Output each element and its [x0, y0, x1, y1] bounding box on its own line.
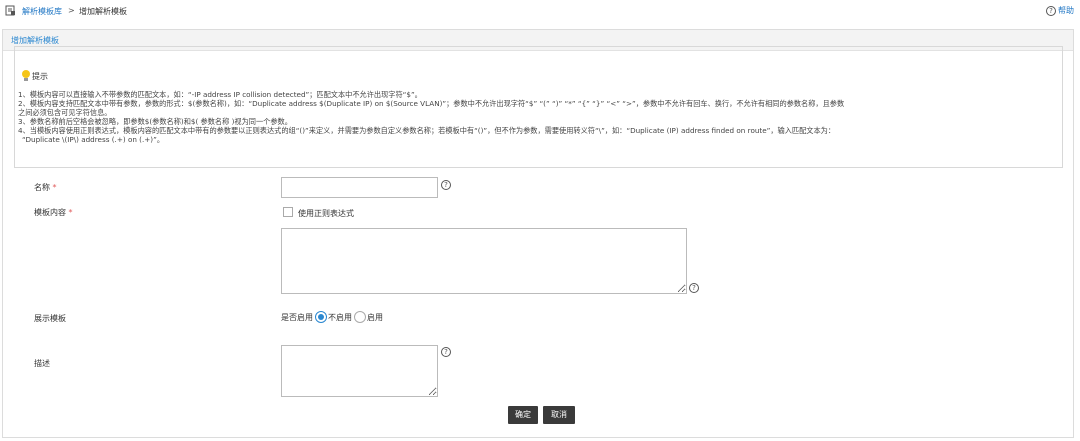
radio-disable[interactable]: [315, 311, 327, 323]
tips-line: 之间必须包含可见字符信息。: [18, 108, 112, 117]
required-mark: *: [52, 183, 57, 192]
tips-content: 1、模板内容可以直接输入不带参数的匹配文本，如：“-IP address IP …: [18, 90, 1058, 144]
regex-label: 使用正则表达式: [298, 209, 354, 218]
radio-disable-label: 不启用: [328, 312, 352, 322]
confirm-button[interactable]: 确定: [508, 406, 538, 424]
content-label: 模板内容 *: [34, 207, 73, 218]
enable-radio-group: 是否启用 不启用 启用: [281, 311, 383, 323]
name-label-text: 名称: [34, 183, 50, 192]
name-label: 名称 *: [34, 182, 57, 193]
question-circle-icon[interactable]: ?: [441, 347, 451, 357]
help-label: 帮助: [1058, 6, 1074, 15]
tips-title: 提示: [18, 70, 52, 82]
radio-enable[interactable]: [354, 311, 366, 323]
breadcrumb-link-template-library[interactable]: 解析模板库: [22, 6, 62, 17]
template-library-icon: [5, 5, 15, 16]
lightbulb-icon: [22, 70, 30, 82]
tips-line: “Duplicate \(IP\) address (.+) on (.+)”。: [22, 135, 165, 144]
regex-checkbox[interactable]: [283, 207, 293, 217]
breadcrumb-separator: >: [68, 6, 75, 15]
question-circle-icon: ?: [1046, 5, 1056, 16]
name-input[interactable]: [281, 177, 438, 198]
description-textarea[interactable]: [281, 345, 438, 397]
display-template-label: 展示模板: [34, 314, 66, 323]
help-link[interactable]: ? 帮助: [1046, 5, 1074, 16]
tips-line: 1、模板内容可以直接输入不带参数的匹配文本，如：“-IP address IP …: [18, 90, 422, 99]
question-circle-icon[interactable]: ?: [689, 283, 699, 293]
content-label-text: 模板内容: [34, 208, 66, 217]
cancel-button[interactable]: 取消: [543, 406, 575, 424]
question-circle-icon[interactable]: ?: [441, 180, 451, 190]
required-mark: *: [68, 208, 73, 217]
content-textarea[interactable]: [281, 228, 687, 294]
description-label: 描述: [34, 359, 50, 368]
tips-line: 2、模板内容支持匹配文本中带有参数，参数的形式：$(参数名称)，如：“Dupli…: [18, 99, 845, 108]
tips-title-text: 提示: [32, 71, 48, 81]
tips-line: 3、参数名称前后空格会被忽略，即参数$(参数名称)和$( 参数名称 )视为同一个…: [18, 117, 292, 126]
tips-line: 4、当模板内容使用正则表达式，模板内容的匹配文本中带有的参数要以正则表达式的组“…: [18, 126, 836, 135]
top-bar: 解析模板库 > 增加解析模板 ? 帮助: [0, 0, 1080, 22]
breadcrumb-current: 增加解析模板: [79, 7, 127, 16]
enable-question-text: 是否启用: [281, 312, 313, 322]
radio-enable-label: 启用: [367, 312, 383, 322]
